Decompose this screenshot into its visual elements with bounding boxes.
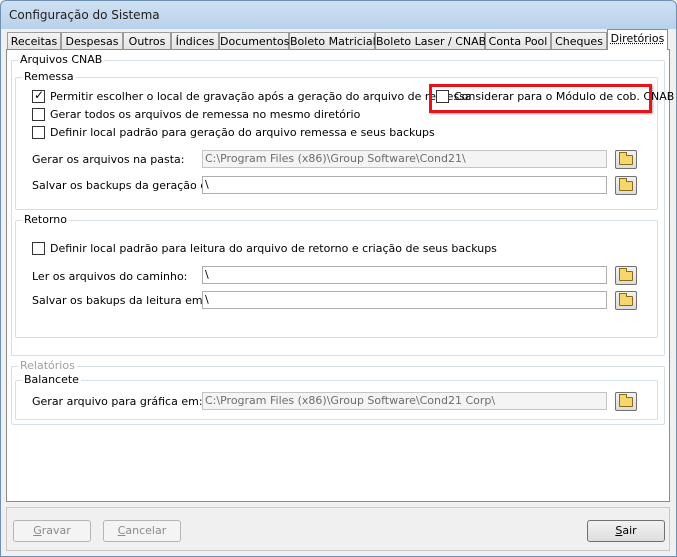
- tab-receitas[interactable]: Receitas: [7, 32, 61, 50]
- cancelar-button[interactable]: Cancelar: [103, 520, 181, 542]
- tab-documentos[interactable]: Documentos: [219, 32, 289, 50]
- checkbox-box[interactable]: [32, 108, 45, 121]
- tab-strip: Receitas Despesas Outros Índices Documen…: [5, 29, 672, 50]
- checkbox-definir-local-retorno[interactable]: Definir local padrão para leitura do arq…: [32, 242, 497, 258]
- sair-button[interactable]: Sair: [587, 520, 665, 542]
- field-salvar-bakups-leitura[interactable]: \: [202, 291, 607, 309]
- checkmark-icon: ✓: [34, 88, 45, 102]
- browse-gerar-grafica-button[interactable]: [615, 392, 637, 411]
- group-balancete-title: Balancete: [22, 373, 81, 387]
- folder-icon: [619, 394, 633, 407]
- field-gerar-pasta[interactable]: C:\Program Files (x86)\Group Software\Co…: [202, 150, 607, 168]
- tab-indices[interactable]: Índices: [171, 32, 219, 50]
- group-arquivos-cnab-title: Arquivos CNAB: [18, 53, 105, 67]
- tab-boleto-laser-cnab[interactable]: Boleto Laser / CNAB: [375, 32, 486, 50]
- label-gerar-pasta: Gerar os arquivos na pasta:: [32, 153, 185, 166]
- folder-icon: [619, 178, 633, 191]
- tab-despesas[interactable]: Despesas: [61, 32, 123, 50]
- highlight-annotation: [429, 84, 652, 113]
- checkbox-box[interactable]: ✓: [32, 88, 45, 103]
- gravar-button[interactable]: Gravar: [13, 520, 91, 542]
- group-retorno: Retorno Definir local padrão para leitur…: [15, 213, 658, 338]
- configuracao-window: Configuração do Sistema Receitas Despesa…: [0, 0, 677, 557]
- tab-cheques[interactable]: Cheques: [551, 32, 607, 50]
- label-salvar-backups: Salvar os backups da geração em:: [32, 179, 222, 192]
- checkbox-gerar-todos-label: Gerar todos os arquivos de remessa no me…: [50, 108, 361, 121]
- window-title: Configuração do Sistema: [9, 8, 160, 22]
- tab-conta-pool[interactable]: Conta Pool: [485, 32, 551, 50]
- label-gerar-grafica: Gerar arquivo para gráfica em:: [32, 395, 203, 408]
- folder-icon: [619, 293, 633, 306]
- field-salvar-backups[interactable]: \: [202, 176, 607, 194]
- tab-outros[interactable]: Outros: [123, 32, 171, 50]
- field-ler-arquivos[interactable]: \: [202, 266, 607, 284]
- checkbox-box[interactable]: [32, 242, 45, 255]
- group-retorno-title: Retorno: [22, 213, 69, 227]
- browse-salvar-bakups-leitura-button[interactable]: [615, 291, 637, 310]
- field-gerar-grafica[interactable]: C:\Program Files (x86)\Group Software\Co…: [202, 392, 607, 410]
- tab-boleto-matricial[interactable]: Boleto Matricial: [289, 32, 376, 50]
- tab-panel-diretorios: Arquivos CNAB Remessa ✓ Permitir escolher…: [6, 49, 674, 502]
- label-salvar-bakups-leitura: Salvar os bakups da leitura em:: [32, 294, 207, 307]
- group-remessa-title: Remessa: [22, 70, 76, 84]
- folder-icon: [619, 268, 633, 281]
- group-relatorios-title: Relatórios: [18, 359, 77, 373]
- browse-salvar-backups-button[interactable]: [615, 176, 637, 195]
- group-relatorios: Relatórios Balancete Gerar arquivo para …: [11, 359, 665, 425]
- checkbox-definir-remessa-label: Definir local padrão para geração do arq…: [50, 126, 435, 139]
- folder-icon: [619, 152, 633, 165]
- checkbox-gerar-todos[interactable]: Gerar todos os arquivos de remessa no me…: [32, 108, 360, 124]
- checkbox-permitir-escolher-label: Permitir escolher o local de gravação ap…: [50, 90, 472, 103]
- browse-ler-arquivos-button[interactable]: [615, 266, 637, 285]
- checkbox-permitir-escolher[interactable]: ✓ Permitir escolher o local de gravação a…: [32, 88, 472, 106]
- bottom-button-bar: Gravar Cancelar Sair: [6, 507, 670, 551]
- checkbox-definir-local-remessa[interactable]: Definir local padrão para geração do arq…: [32, 126, 435, 142]
- label-ler-arquivos: Ler os arquivos do caminho:: [32, 270, 188, 283]
- checkbox-box[interactable]: [32, 126, 45, 139]
- group-balancete: Balancete Gerar arquivo para gráfica em:…: [15, 373, 658, 420]
- browse-gerar-pasta-button[interactable]: [615, 150, 637, 169]
- tab-diretorios[interactable]: Diretórios: [607, 29, 668, 50]
- checkbox-definir-retorno-label: Definir local padrão para leitura do arq…: [50, 242, 497, 255]
